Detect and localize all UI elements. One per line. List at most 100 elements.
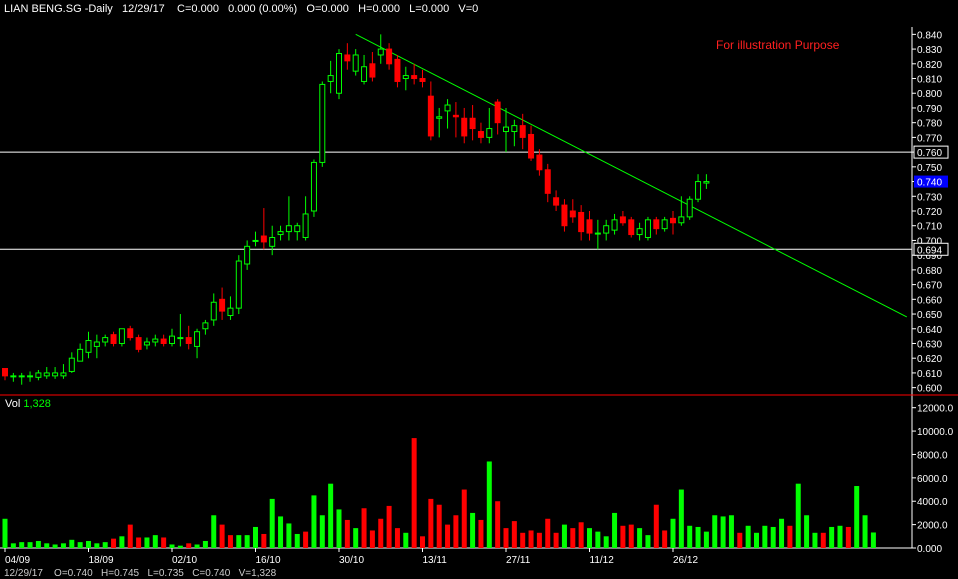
candle-body (361, 66, 368, 82)
volume-bar (211, 515, 217, 548)
volume-bar (378, 518, 384, 548)
price-tick-label: 0.640 (917, 325, 942, 336)
volume-bar (561, 524, 567, 548)
volume-bar (136, 537, 142, 548)
candle-body (93, 341, 100, 347)
date-tick-label: 26/12 (673, 555, 698, 566)
candle-body (160, 338, 167, 344)
volume-bar (303, 531, 309, 548)
volume-title: Vol (5, 398, 21, 410)
volume-bar (236, 535, 242, 548)
volume-bar (503, 528, 509, 548)
volume-bar (678, 489, 684, 548)
candle-body (636, 228, 643, 236)
candle-body (703, 181, 710, 184)
candle-body (695, 181, 702, 200)
candle-body (210, 301, 217, 321)
candle-body (10, 375, 17, 378)
volume-bar (578, 522, 584, 548)
volume-bar (620, 525, 626, 548)
candle-body (85, 340, 92, 353)
volume-bar (269, 498, 275, 548)
volume-bar (94, 543, 100, 548)
volume-bar (787, 525, 793, 548)
high-value: H=0.000 (358, 3, 400, 15)
trendline (355, 33, 908, 318)
volume-bar (353, 528, 359, 548)
volume-bar (420, 536, 425, 548)
volume-bar (369, 530, 375, 548)
candle-body (436, 116, 443, 119)
volume-bar (453, 515, 459, 548)
candle-body (469, 117, 476, 130)
open-value: O=0.000 (306, 3, 349, 15)
candle-body (244, 245, 251, 265)
volume-bar (253, 526, 258, 548)
candle-body (369, 63, 376, 78)
volume-bar (695, 526, 701, 548)
volume-tick-label: 6000.0 (917, 474, 948, 485)
volume-bar (595, 531, 601, 548)
price-tick-label: 0.820 (917, 60, 942, 71)
volume-bar (687, 525, 693, 548)
volume-bar (645, 535, 651, 548)
volume-bar (77, 542, 83, 548)
volume-bar (386, 505, 392, 548)
volume-bar (628, 524, 634, 548)
candle-body (260, 235, 267, 243)
volume-tick-label: 8000.0 (917, 450, 948, 461)
candle-body (344, 54, 351, 62)
price-tick-label: 0.770 (917, 133, 942, 144)
price-tick-label: 0.710 (917, 222, 942, 233)
volume-bar (545, 518, 551, 548)
candle-body (386, 48, 393, 65)
candle-body (60, 372, 67, 377)
candle-body (411, 75, 418, 80)
candle-body (118, 328, 125, 344)
candle-body (377, 48, 384, 56)
price-tick-label: 0.720 (917, 207, 942, 218)
volume-bar (670, 518, 676, 548)
volume-bar (186, 543, 192, 548)
volume-bar (612, 512, 618, 548)
price-tick-label: 0.650 (917, 310, 942, 321)
volume-bar (870, 532, 876, 548)
date-tick-label: 04/09 (5, 555, 30, 566)
volume-bar (728, 515, 734, 548)
volume-bar (344, 519, 350, 548)
volume-bar (804, 515, 810, 548)
candle-body (152, 338, 159, 343)
candle-body (336, 52, 342, 94)
price-tick-label: 0.660 (917, 295, 942, 306)
volume-bar (486, 461, 492, 548)
volume-current-value: 1,328 (23, 398, 51, 410)
candle-body (143, 341, 150, 346)
volume-bar (662, 530, 668, 548)
candle-body (528, 133, 535, 159)
candle-body (235, 260, 242, 309)
candle-body (578, 211, 585, 233)
volume-bar (144, 537, 150, 548)
volume-bar (2, 518, 8, 548)
candle-body (319, 83, 326, 163)
candle-body (18, 375, 25, 378)
price-label-text: 0.694 (917, 245, 942, 256)
candle-body (452, 114, 459, 118)
price-label-text: 0.760 (917, 148, 942, 159)
change-pct-value: 0.000 (0.00%) (228, 3, 298, 15)
candle-body (27, 375, 34, 378)
volume-tick-label: 10000.0 (917, 427, 954, 438)
volume-bar (261, 533, 267, 548)
candle-body (294, 225, 301, 233)
volume-bar (311, 495, 317, 548)
volume-tick-label: 12000.0 (917, 404, 954, 415)
volume-bar (511, 521, 517, 548)
volume-bar (587, 528, 592, 548)
candle-body (35, 372, 42, 378)
volume-bar (829, 526, 835, 548)
price-tick-label: 0.730 (917, 192, 942, 203)
candle-body (177, 337, 184, 340)
volume-bar (10, 543, 16, 548)
volume-bar (227, 535, 233, 548)
candle-body (52, 372, 59, 377)
